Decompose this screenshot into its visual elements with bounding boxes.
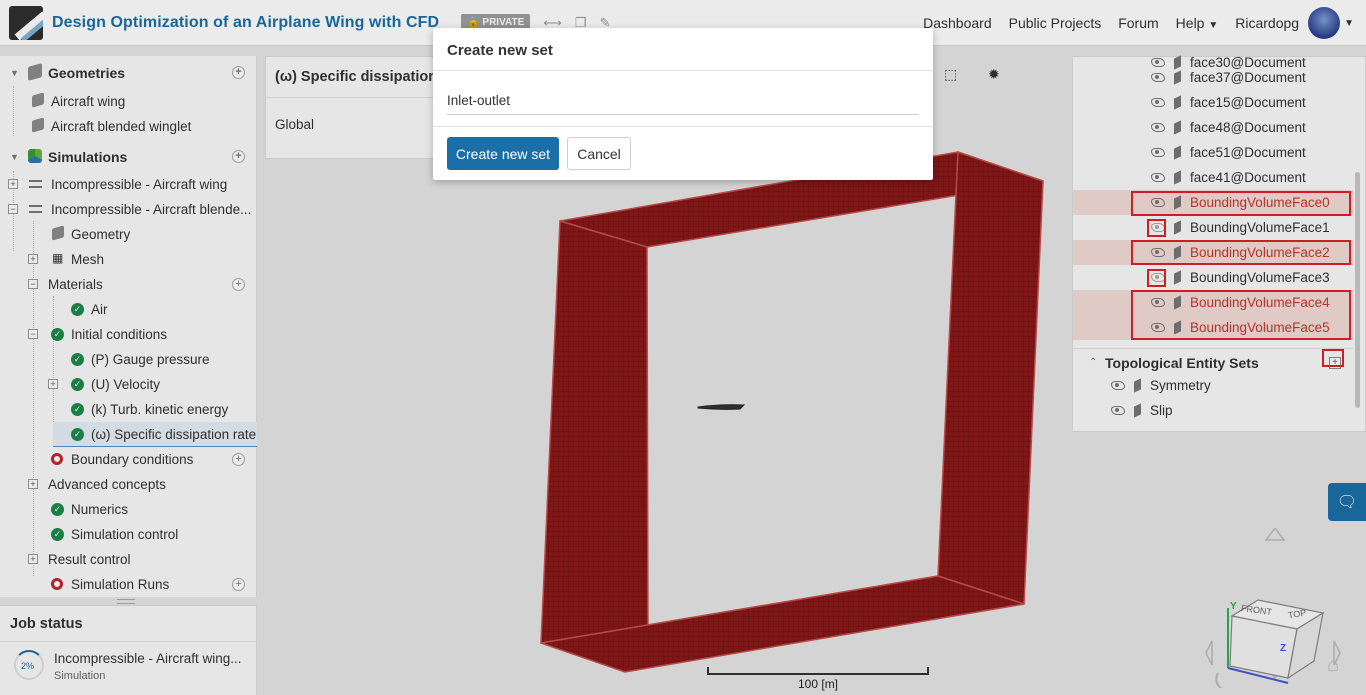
- set-name-input[interactable]: [447, 86, 919, 115]
- create-set-dialog: Create new set Create new set Cancel: [433, 28, 933, 180]
- create-set-button[interactable]: Create new set: [447, 137, 559, 170]
- dialog-title: Create new set: [447, 42, 553, 59]
- cancel-button[interactable]: Cancel: [567, 137, 631, 170]
